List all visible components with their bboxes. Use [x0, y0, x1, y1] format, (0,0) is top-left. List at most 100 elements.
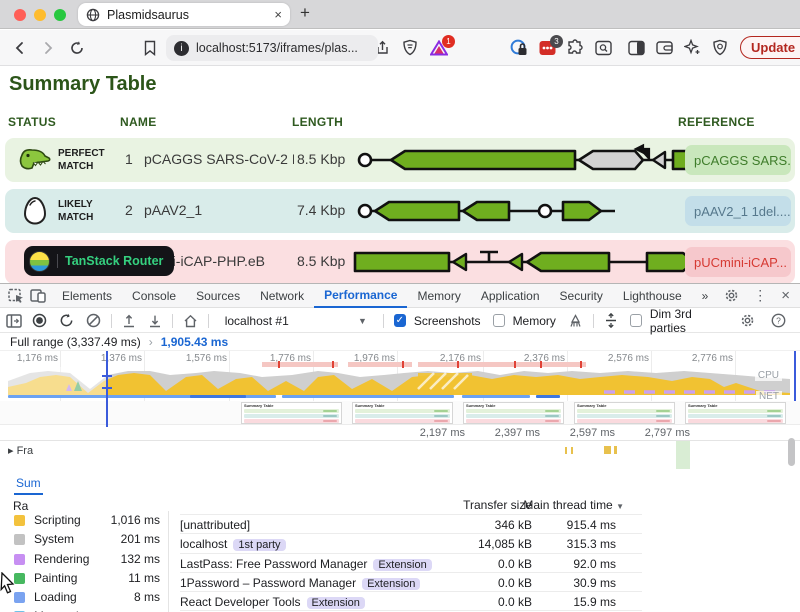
tab-network[interactable]: Network — [250, 284, 314, 308]
selected-range-label[interactable]: 1,905.43 ms — [161, 335, 228, 349]
memory-checkbox[interactable] — [493, 314, 505, 327]
minimize-window-button[interactable] — [34, 9, 46, 21]
wallet-icon[interactable] — [656, 40, 673, 55]
bookmark-icon[interactable] — [143, 40, 157, 56]
screenshots-checkbox[interactable]: ✓ — [394, 314, 406, 327]
home-icon[interactable] — [183, 314, 198, 328]
screenshot-filmstrip[interactable]: Summary Table Summary Table Summary Tabl… — [0, 401, 800, 425]
devtools-close-icon[interactable]: × — [781, 287, 790, 304]
device-toolbar-icon[interactable] — [30, 288, 46, 303]
legend-item: Messaging — [0, 607, 168, 612]
full-range-label[interactable]: Full range (3,337.49 ms) — [10, 335, 141, 349]
table-row[interactable]: [unattributed] 346 kB 915.4 ms — [180, 514, 642, 533]
table-row[interactable]: LastPass: Free Password ManagerExtension… — [180, 553, 642, 572]
reload-button[interactable] — [69, 40, 85, 56]
tab-elements[interactable]: Elements — [52, 284, 122, 308]
record-and-reload-button[interactable] — [59, 313, 74, 328]
forward-button[interactable] — [40, 40, 56, 56]
record-button[interactable] — [32, 313, 47, 328]
close-window-button[interactable] — [14, 9, 26, 21]
browser-tab[interactable]: Plasmidsaurus × — [78, 3, 290, 26]
garbage-collect-icon[interactable] — [568, 314, 583, 328]
vpn-triangle-icon[interactable]: 1 — [430, 40, 448, 56]
timeline-overview[interactable]: 1,176 ms 1,376 ms 1,576 ms 1,776 ms 1,97… — [0, 351, 800, 401]
legend-item: Loading8 ms — [0, 588, 168, 607]
table-row[interactable]: TanStack Router Cmini-iCAP-PHP.eB 8.5 Kb… — [5, 240, 795, 284]
table-row[interactable]: localhost1st party 14,085 kB 315.3 ms — [180, 533, 642, 552]
tab-console[interactable]: Console — [122, 284, 186, 308]
third-party-table: Transfer size Main thread time ▼ [unattr… — [180, 496, 642, 612]
zoom-window-button[interactable] — [54, 9, 66, 21]
frames-track-label[interactable]: ▸ Fra — [8, 444, 33, 457]
tab-security[interactable]: Security — [550, 284, 613, 308]
more-tabs-icon[interactable]: » — [692, 284, 719, 308]
plasmid-name: pCAGGS SARS-CoV-2 B... — [144, 151, 294, 167]
screenshot-thumbnail[interactable]: Summary Table — [241, 402, 342, 424]
privacy-lock-icon[interactable] — [510, 39, 528, 57]
update-button[interactable]: Update — [740, 36, 800, 59]
new-tab-button[interactable]: + — [300, 3, 310, 23]
range-left-handle[interactable] — [106, 351, 108, 427]
brave-shield-icon[interactable] — [402, 39, 418, 56]
tanstack-logo-icon — [29, 251, 50, 272]
extensions-icon[interactable] — [567, 39, 584, 56]
update-label: Update — [751, 40, 795, 55]
range-right-handle[interactable] — [794, 351, 796, 401]
tab-performance[interactable]: Performance — [314, 284, 407, 308]
column-header-name: NAME — [120, 115, 157, 129]
globe-icon — [86, 8, 100, 22]
tab-close-icon[interactable]: × — [274, 7, 282, 22]
plasmid-length: 7.4 Kbp — [297, 202, 345, 218]
search-page-icon[interactable] — [595, 40, 612, 56]
lastpass-icon[interactable]: 3 — [539, 40, 556, 56]
reference-badge[interactable]: pUCmini-iCAP... — [685, 247, 791, 277]
table-header-row: Transfer size Main thread time ▼ — [180, 496, 642, 514]
tab-application[interactable]: Application — [471, 284, 550, 308]
upload-profile-icon[interactable] — [122, 314, 136, 328]
plasmid-map — [353, 142, 738, 178]
collapse-tracks-icon[interactable] — [604, 313, 618, 328]
tab-lighthouse[interactable]: Lighthouse — [613, 284, 692, 308]
vpn-badge: 1 — [442, 35, 455, 48]
download-profile-icon[interactable] — [148, 314, 162, 328]
devtools-menu-kebab-icon[interactable]: ⋮ — [753, 287, 767, 304]
toggle-sidebar-icon[interactable] — [6, 314, 22, 328]
table-row[interactable]: PERFECTMATCH 1 pCAGGS SARS-CoV-2 B... 8.… — [5, 138, 795, 182]
reference-badge[interactable]: pCAGGS SARS... — [685, 145, 791, 175]
screenshot-thumbnail[interactable]: Summary Table — [685, 402, 786, 424]
table-row[interactable]: React Developer ToolsExtension 0.0 kB 15… — [180, 591, 642, 610]
status-label: PERFECTMATCH — [58, 147, 118, 173]
svg-text:?: ? — [776, 316, 781, 326]
history-dropdown[interactable]: localhost #1 ▼ — [219, 312, 373, 330]
screenshot-thumbnail[interactable]: Summary Table — [352, 402, 453, 424]
ruler-tick: 2,197 ms — [420, 427, 465, 439]
rewards-shield-icon[interactable] — [712, 39, 728, 56]
help-icon[interactable]: ? — [771, 313, 786, 328]
table-row[interactable]: LIKELYMATCH 2 pAAV2_1 7.4 Kbp pAAV2_1 1d… — [5, 189, 795, 233]
back-button[interactable] — [12, 40, 28, 56]
capture-settings-gear-icon[interactable] — [740, 313, 755, 328]
tab-summary[interactable]: Sum — [14, 473, 43, 495]
tab-sources[interactable]: Sources — [186, 284, 250, 308]
dim-3rd-parties-checkbox[interactable] — [630, 314, 642, 327]
tab-memory[interactable]: Memory — [407, 284, 470, 308]
ai-sparkle-icon[interactable] — [684, 39, 701, 56]
screenshot-thumbnail[interactable]: Summary Table — [463, 402, 564, 424]
tanstack-router-overlay[interactable]: TanStack Router — [24, 246, 174, 276]
scrollbar-thumb[interactable] — [788, 438, 795, 466]
url-text: localhost:5173/iframes/plas... — [196, 41, 358, 55]
screenshot-thumbnail[interactable]: Summary Table — [574, 402, 675, 424]
sort-arrow-icon: ▼ — [616, 502, 624, 511]
plasmid-name: pAAV2_1 — [144, 202, 294, 218]
main-thread-time-header[interactable]: Main thread time ▼ — [504, 498, 624, 512]
site-info-icon[interactable]: i — [174, 41, 189, 56]
devtools-settings-gear-icon[interactable] — [724, 288, 739, 303]
url-bar[interactable]: i localhost:5173/iframes/plas... — [166, 35, 378, 61]
clear-icon[interactable] — [86, 313, 101, 328]
range-breadcrumb: Full range (3,337.49 ms) › 1,905.43 ms — [0, 334, 800, 351]
flamechart-area[interactable] — [0, 441, 800, 471]
reference-badge[interactable]: pAAV2_1 1del.... — [685, 196, 791, 226]
sidebar-toggle-icon[interactable] — [628, 40, 645, 56]
table-row[interactable]: 1Password – Password ManagerExtension 0.… — [180, 572, 642, 591]
inspect-element-icon[interactable] — [8, 288, 24, 303]
